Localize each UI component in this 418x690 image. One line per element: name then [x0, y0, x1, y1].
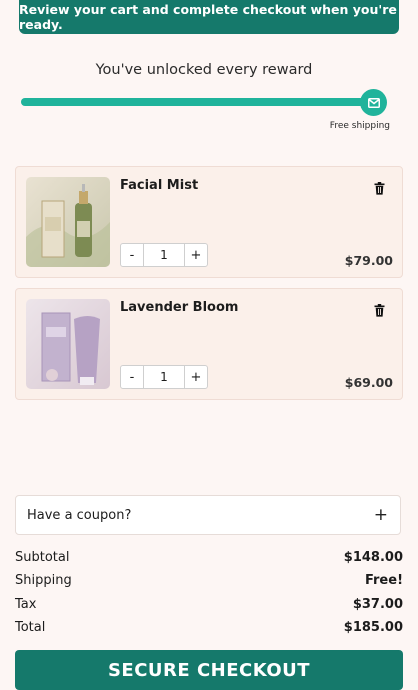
coupon-label: Have a coupon? [27, 507, 132, 523]
plus-icon[interactable]: + [374, 505, 388, 525]
product-name: Lavender Bloom [120, 300, 239, 315]
reward-progress-fill [21, 98, 373, 106]
quantity-stepper: - 1 + [120, 365, 208, 389]
quantity-value[interactable]: 1 [143, 366, 185, 388]
summary-row-shipping: Shipping Free! [15, 573, 403, 588]
reward-title: You've unlocked every reward [95, 62, 313, 78]
product-name: Facial Mist [120, 178, 199, 193]
summary-row-tax: Tax $37.00 [15, 597, 403, 612]
checkout-label: SECURE CHECKOUT [107, 660, 311, 681]
tax-value: $37.00 [352, 597, 403, 612]
subtotal-value: $148.00 [343, 550, 403, 565]
milestone-label: Free shipping [329, 121, 390, 131]
increase-quantity-button[interactable]: + [185, 244, 207, 266]
summary-row-subtotal: Subtotal $148.00 [15, 550, 403, 565]
product-image [26, 299, 110, 389]
summary-row-total: Total $185.00 [15, 620, 403, 635]
decrease-quantity-button[interactable]: - [121, 244, 143, 266]
decrease-quantity-button[interactable]: - [121, 366, 143, 388]
coupon-toggle[interactable]: Have a coupon? + [15, 495, 401, 535]
tax-label: Tax [15, 597, 37, 612]
item-price: $79.00 [344, 253, 393, 268]
product-image [26, 177, 110, 267]
shipping-label: Shipping [15, 573, 72, 588]
increase-quantity-button[interactable]: + [185, 366, 207, 388]
total-label: Total [15, 620, 46, 635]
item-price: $69.00 [344, 375, 393, 390]
banner-text: Review your cart and complete checkout w… [19, 2, 397, 32]
quantity-value[interactable]: 1 [143, 244, 185, 266]
cart-item: Lavender Bloom - 1 + $69.00 [15, 288, 403, 400]
shipping-value: Free! [364, 573, 403, 588]
quantity-stepper: - 1 + [120, 243, 208, 267]
total-value: $185.00 [343, 620, 403, 635]
secure-checkout-button[interactable]: SECURE CHECKOUT [15, 650, 403, 690]
envelope-icon [360, 89, 387, 116]
cart-item: Facial Mist - 1 + $79.00 [15, 166, 403, 278]
trash-icon[interactable] [371, 301, 387, 319]
trash-icon[interactable] [371, 179, 387, 197]
checkout-banner: Review your cart and complete checkout w… [19, 0, 399, 34]
reward-progress-bar [21, 98, 373, 106]
subtotal-label: Subtotal [15, 550, 70, 565]
